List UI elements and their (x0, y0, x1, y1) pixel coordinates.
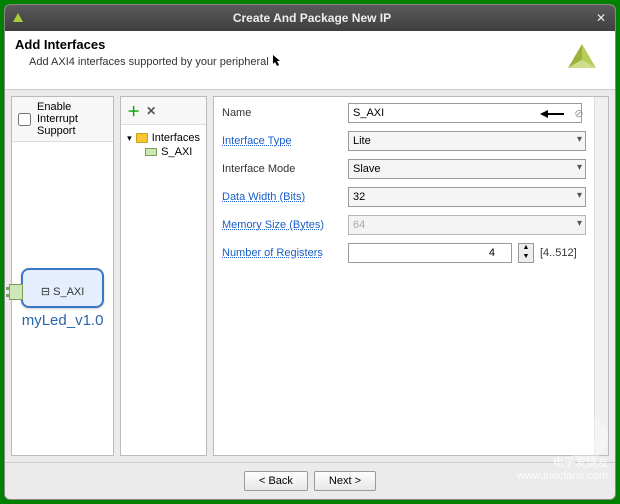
expand-icon[interactable]: ▾ (127, 133, 132, 144)
clear-icon[interactable]: ⊘ (572, 107, 586, 120)
data-width-label: Data Width (Bits) (222, 191, 342, 203)
stepper-down-icon: ▼ (519, 253, 533, 262)
folder-icon (136, 133, 148, 143)
app-icon (11, 11, 25, 25)
window-title: Create And Package New IP (31, 11, 593, 25)
enable-interrupt-label: Enable Interrupt Support (37, 101, 107, 137)
stepper-up-icon: ▲ (519, 244, 533, 253)
num-registers-label: Number of Registers (222, 247, 342, 259)
memory-size-select: 64 (348, 215, 586, 235)
ip-preview: ⊟ S_AXI myLed_v1.0 (12, 142, 113, 455)
add-interface-button[interactable]: ＋ (127, 101, 140, 120)
axi-port-label: ⊟ S_AXI (41, 286, 84, 298)
tree-item[interactable]: S_AXI (145, 145, 200, 159)
next-button[interactable]: Next > (314, 471, 376, 491)
wizard-footer: < Back Next > (5, 462, 615, 499)
dialog-window: Create And Package New IP ✕ Add Interfac… (4, 4, 616, 500)
page-subtitle: Add AXI4 interfaces supported by your pe… (29, 54, 559, 68)
back-button[interactable]: < Back (244, 471, 308, 491)
ip-block: ⊟ S_AXI (21, 268, 104, 308)
interrupt-checkbox-row: Enable Interrupt Support (12, 97, 113, 142)
num-registers-field[interactable] (348, 243, 512, 263)
axi-port-icon (9, 284, 23, 300)
memory-size-label: Memory Size (Bytes) (222, 219, 342, 231)
num-registers-range: [4..512] (540, 247, 586, 259)
remove-interface-button[interactable]: ✕ (146, 104, 156, 118)
wizard-header: Add Interfaces Add AXI4 interfaces suppo… (5, 31, 615, 90)
interfaces-tree: ▾ Interfaces S_AXI (121, 125, 206, 165)
interfaces-panel: ＋ ✕ ▾ Interfaces S_AXI (120, 96, 207, 456)
data-width-select[interactable]: 32 (348, 187, 586, 207)
vendor-logo (559, 37, 605, 83)
num-registers-stepper[interactable]: ▲ ▼ (518, 243, 534, 263)
cursor-icon (272, 54, 282, 68)
preview-panel: Enable Interrupt Support ⊟ S_AXI myLed_v… (11, 96, 114, 456)
name-label: Name (222, 107, 342, 119)
page-title: Add Interfaces (15, 37, 559, 52)
interface-type-label: Interface Type (222, 135, 342, 147)
scrollbar[interactable] (594, 97, 608, 455)
interface-type-select[interactable]: Lite (348, 131, 586, 151)
tree-root[interactable]: ▾ Interfaces (127, 131, 200, 145)
titlebar: Create And Package New IP ✕ (5, 5, 615, 31)
interface-mode-select[interactable]: Slave (348, 159, 586, 179)
interface-icon (145, 148, 157, 156)
interface-mode-label: Interface Mode (222, 163, 342, 175)
enable-interrupt-checkbox[interactable] (18, 113, 31, 126)
ip-block-name: myLed_v1.0 (21, 312, 104, 329)
properties-panel: Name ⊘ Interface Type Lite (213, 96, 609, 456)
close-icon[interactable]: ✕ (593, 11, 609, 25)
main-content: Enable Interrupt Support ⊟ S_AXI myLed_v… (5, 90, 615, 462)
name-field[interactable] (348, 103, 582, 123)
